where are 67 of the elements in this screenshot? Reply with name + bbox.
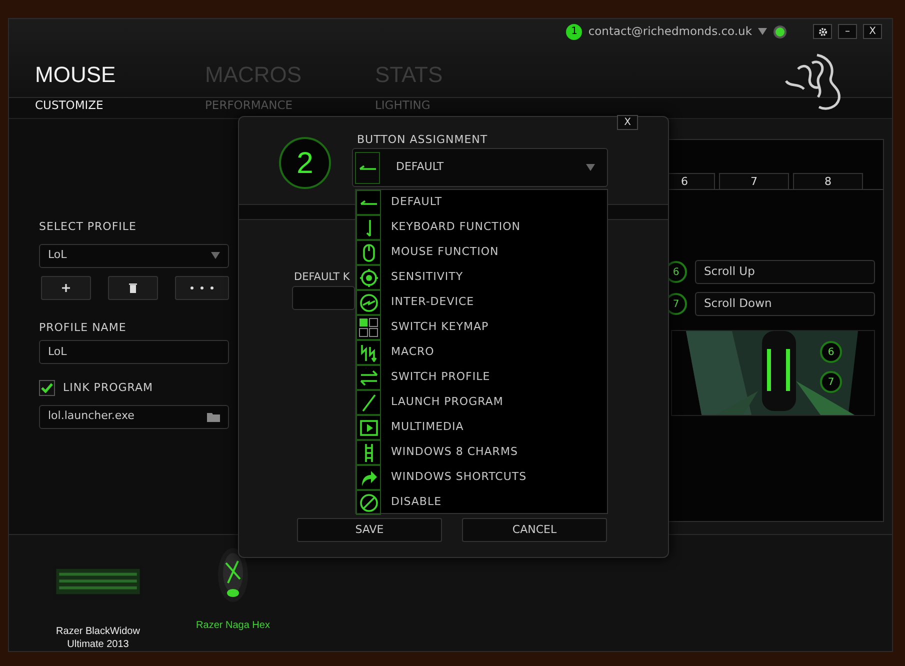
delete-button[interactable] xyxy=(108,276,158,300)
play-icon xyxy=(360,420,378,436)
dropdown-option[interactable]: LAUNCH PROGRAM xyxy=(356,390,607,415)
dropdown-option[interactable]: SENSITIVITY xyxy=(356,265,607,290)
action-field[interactable]: Scroll Down xyxy=(695,292,875,316)
caret-icon xyxy=(211,252,220,259)
device-name[interactable]: Razer Naga Hex xyxy=(196,620,270,632)
settings-icon xyxy=(818,26,828,37)
sub-tab[interactable]: CUSTOMIZE xyxy=(35,98,205,112)
dropdown-option[interactable]: DEFAULT xyxy=(356,190,607,215)
dropdown-option[interactable]: MULTIMEDIA xyxy=(356,415,607,440)
main-tab[interactable]: MOUSE xyxy=(35,58,205,91)
button-tab[interactable]: 7 xyxy=(719,173,789,189)
field-label: DEFAULT K xyxy=(294,270,350,285)
dropdown-option[interactable]: KEYBOARD FUNCTION xyxy=(356,215,607,240)
swap-arrows-icon xyxy=(360,370,378,386)
profile-dropdown[interactable]: LoL xyxy=(39,244,229,268)
key-field[interactable] xyxy=(292,286,355,310)
checkbox-label: LINK PROGRAM xyxy=(63,380,153,396)
dropdown-option[interactable]: SWITCH PROFILE xyxy=(356,365,607,390)
dropdown-option[interactable]: MOUSE FUNCTION xyxy=(356,240,607,265)
mouse-icon xyxy=(362,244,374,262)
curved-arrow-icon xyxy=(360,470,376,486)
add-button[interactable] xyxy=(41,276,91,300)
field-label: BUTTON ASSIGNMENT xyxy=(357,132,488,148)
settings-button[interactable] xyxy=(813,24,832,40)
save-button[interactable]: SAVE xyxy=(297,518,442,542)
check-icon xyxy=(41,383,53,394)
minimize-button[interactable]: – xyxy=(838,24,857,40)
trash-icon xyxy=(129,282,137,292)
target-icon xyxy=(358,268,378,288)
status-orb-icon xyxy=(773,24,787,39)
action-field[interactable]: Scroll Up xyxy=(695,260,875,284)
dropdown-option[interactable]: INTER-DEVICE xyxy=(356,290,607,315)
ladder-icon xyxy=(364,444,372,462)
field-label: PROFILE NAME xyxy=(39,320,128,336)
dropdown-option[interactable]: MACRO xyxy=(356,340,607,365)
dropdown-option[interactable]: SWITCH KEYMAP xyxy=(356,315,607,340)
button-tab[interactable]: 8 xyxy=(793,173,863,189)
field-label: SELECT PROFILE xyxy=(39,219,138,235)
circle-bolt-icon xyxy=(360,294,378,312)
prohibited-icon xyxy=(360,494,378,512)
cancel-button[interactable]: CANCEL xyxy=(462,518,607,542)
folder-icon xyxy=(207,412,220,422)
assignment-dropdown[interactable]: DEFAULT xyxy=(352,148,608,187)
arrow-icon xyxy=(358,165,376,170)
dropdown-option[interactable]: WINDOWS SHORTCUTS xyxy=(356,465,607,490)
program-path-field[interactable]: lol.launcher.exe xyxy=(39,404,229,428)
dropdown-option[interactable]: WINDOWS 8 CHARMS xyxy=(356,440,607,465)
close-button[interactable]: X xyxy=(863,24,882,40)
close-button[interactable]: X xyxy=(617,115,638,130)
arrow-down-icon xyxy=(366,218,371,236)
zigzag-icon xyxy=(360,344,376,362)
button-number-badge: 2 xyxy=(279,137,331,189)
arrow-icon xyxy=(360,200,378,205)
checkbox[interactable] xyxy=(39,380,55,396)
notification-badge[interactable]: 1 xyxy=(566,24,582,40)
caret-icon xyxy=(586,164,595,171)
more-icon xyxy=(190,286,214,290)
dropdown-option[interactable]: DISABLE xyxy=(356,490,607,515)
account-email[interactable]: contact@richedmonds.co.uk xyxy=(588,23,752,40)
plus-icon xyxy=(62,284,70,292)
slash-line-icon xyxy=(362,394,376,412)
grid-icon xyxy=(359,318,378,337)
device-name[interactable]: Razer BlackWidow Ultimate 2013 xyxy=(38,626,158,651)
profile-name-field[interactable]: LoL xyxy=(39,340,229,364)
caret-icon xyxy=(758,28,767,36)
